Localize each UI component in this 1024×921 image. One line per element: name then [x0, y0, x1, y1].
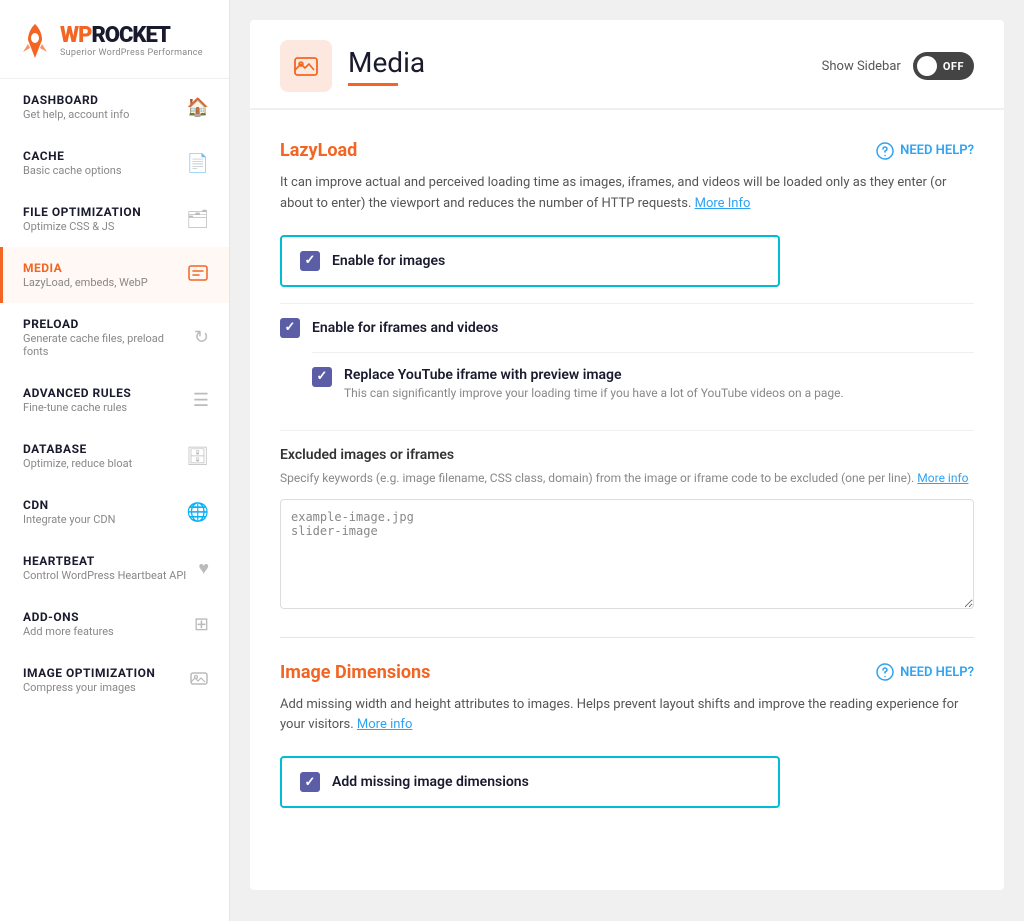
page-header: Media Show Sidebar OFF [250, 20, 1004, 110]
add-missing-dimensions-checkbox[interactable]: ✓ [300, 772, 320, 792]
preload-icon: ↻ [194, 327, 209, 348]
lazyload-need-help[interactable]: NEED HELP? [876, 142, 974, 160]
image-dimensions-section: Image Dimensions NEED HELP? Add missing … [280, 662, 974, 809]
sidebar-item-preload[interactable]: PRELOAD Generate cache files, preload fo… [0, 303, 229, 372]
enable-iframes-label: Enable for iframes and videos [312, 320, 498, 336]
lazyload-section: LazyLoad NEED HELP? It can improve actua… [280, 140, 974, 613]
media-icon [187, 262, 209, 289]
sidebar-item-file-optimization[interactable]: FILE OPTIMIZATION Optimize CSS & JS 🗂 [0, 191, 229, 247]
image-dimensions-need-help-label: NEED HELP? [900, 665, 974, 680]
enable-images-label: Enable for images [332, 253, 445, 269]
lazyload-more-info-link[interactable]: More Info [695, 196, 751, 211]
page-card: Media Show Sidebar OFF LazyLoad [250, 20, 1004, 890]
add-missing-dimensions-label: Add missing image dimensions [332, 774, 529, 790]
sidebar-item-dashboard[interactable]: DASHBOARD Get help, account info 🏠 [0, 79, 229, 135]
enable-images-option[interactable]: ✓ Enable for images [280, 235, 780, 287]
image-dimensions-description: Add missing width and height attributes … [280, 695, 974, 737]
logo-tagline: Superior WordPress Performance [60, 48, 203, 58]
excluded-desc: Specify keywords (e.g. image filename, C… [280, 469, 974, 487]
toggle-state-label: OFF [943, 60, 964, 73]
excluded-textarea[interactable]: example-image.jpg slider-image [280, 499, 974, 609]
add-ons-icon: ⊞ [194, 614, 209, 635]
database-icon: 🗄 [186, 446, 209, 467]
page-title: Media [348, 46, 425, 79]
toggle-knob [917, 56, 937, 76]
replace-youtube-desc: This can significantly improve your load… [344, 386, 844, 400]
image-dimensions-more-info[interactable]: More info [357, 717, 412, 732]
sidebar-item-cdn[interactable]: CDN Integrate your CDN 🌐 [0, 484, 229, 540]
show-sidebar-toggle[interactable]: OFF [913, 52, 974, 80]
logo-wp: WP [60, 23, 91, 48]
image-dimensions-need-help[interactable]: NEED HELP? [876, 663, 974, 681]
help-circle-icon-2 [876, 663, 894, 681]
enable-iframes-option[interactable]: ✓ Enable for iframes and videos [280, 303, 974, 352]
logo-container: WPROCKET Superior WordPress Performance [20, 22, 209, 60]
main-content: Media Show Sidebar OFF LazyLoad [230, 0, 1024, 921]
replace-youtube-label: Replace YouTube iframe with preview imag… [344, 367, 844, 383]
heartbeat-icon: ♥ [198, 558, 209, 579]
excluded-more-info-link[interactable]: More info [917, 471, 968, 485]
sidebar-item-database[interactable]: DATABASE Optimize, reduce bloat 🗄 [0, 428, 229, 484]
advanced-rules-icon: ☰ [193, 390, 209, 411]
replace-youtube-checkbox[interactable]: ✓ [312, 367, 332, 387]
sidebar-item-advanced-rules[interactable]: ADVANCED RULES Fine-tune cache rules ☰ [0, 372, 229, 428]
sidebar-item-add-ons[interactable]: ADD-ONS Add more features ⊞ [0, 596, 229, 652]
page-title-underline [348, 83, 398, 86]
dashboard-icon: 🏠 [187, 97, 209, 118]
help-circle-icon [876, 142, 894, 160]
enable-images-checkbox[interactable]: ✓ [300, 251, 320, 271]
show-sidebar-label: Show Sidebar [822, 59, 901, 74]
page-icon [280, 40, 332, 92]
enable-iframes-checkbox[interactable]: ✓ [280, 318, 300, 338]
logo-text: WPROCKET Superior WordPress Performance [60, 25, 203, 58]
sidebar-item-cache[interactable]: CACHE Basic cache options 📄 [0, 135, 229, 191]
sidebar-item-heartbeat[interactable]: HEARTBEAT Control WordPress Heartbeat AP… [0, 540, 229, 596]
page-content: LazyLoad NEED HELP? It can improve actua… [250, 110, 1004, 854]
sidebar-nav: DASHBOARD Get help, account info 🏠 CACHE… [0, 79, 229, 921]
logo: WPROCKET Superior WordPress Performance [0, 0, 229, 79]
image-dimensions-title: Image Dimensions [280, 662, 430, 683]
image-dimensions-header: Image Dimensions NEED HELP? [280, 662, 974, 683]
excluded-title: Excluded images or iframes [280, 447, 974, 463]
cdn-icon: 🌐 [187, 502, 209, 523]
sidebar: WPROCKET Superior WordPress Performance … [0, 0, 230, 921]
logo-rocket: ROCKET [91, 23, 169, 48]
add-missing-dimensions-option[interactable]: ✓ Add missing image dimensions [280, 756, 780, 808]
rocket-logo-icon [20, 22, 50, 60]
file-opt-icon: 🗂 [186, 209, 209, 230]
section-divider [280, 637, 974, 638]
replace-youtube-suboption: ✓ Replace YouTube iframe with preview im… [312, 352, 974, 414]
excluded-section: Excluded images or iframes Specify keywo… [280, 430, 974, 613]
lazyload-description: It can improve actual and perceived load… [280, 173, 974, 215]
sidebar-item-image-optimization[interactable]: IMAGE OPTIMIZATION Compress your images [0, 652, 229, 708]
cache-icon: 📄 [187, 153, 209, 174]
lazyload-title: LazyLoad [280, 140, 357, 161]
sidebar-item-media[interactable]: MEDIA LazyLoad, embeds, WebP [0, 247, 229, 303]
lazyload-need-help-label: NEED HELP? [900, 143, 974, 158]
lazyload-section-header: LazyLoad NEED HELP? [280, 140, 974, 161]
image-opt-icon [189, 668, 209, 693]
